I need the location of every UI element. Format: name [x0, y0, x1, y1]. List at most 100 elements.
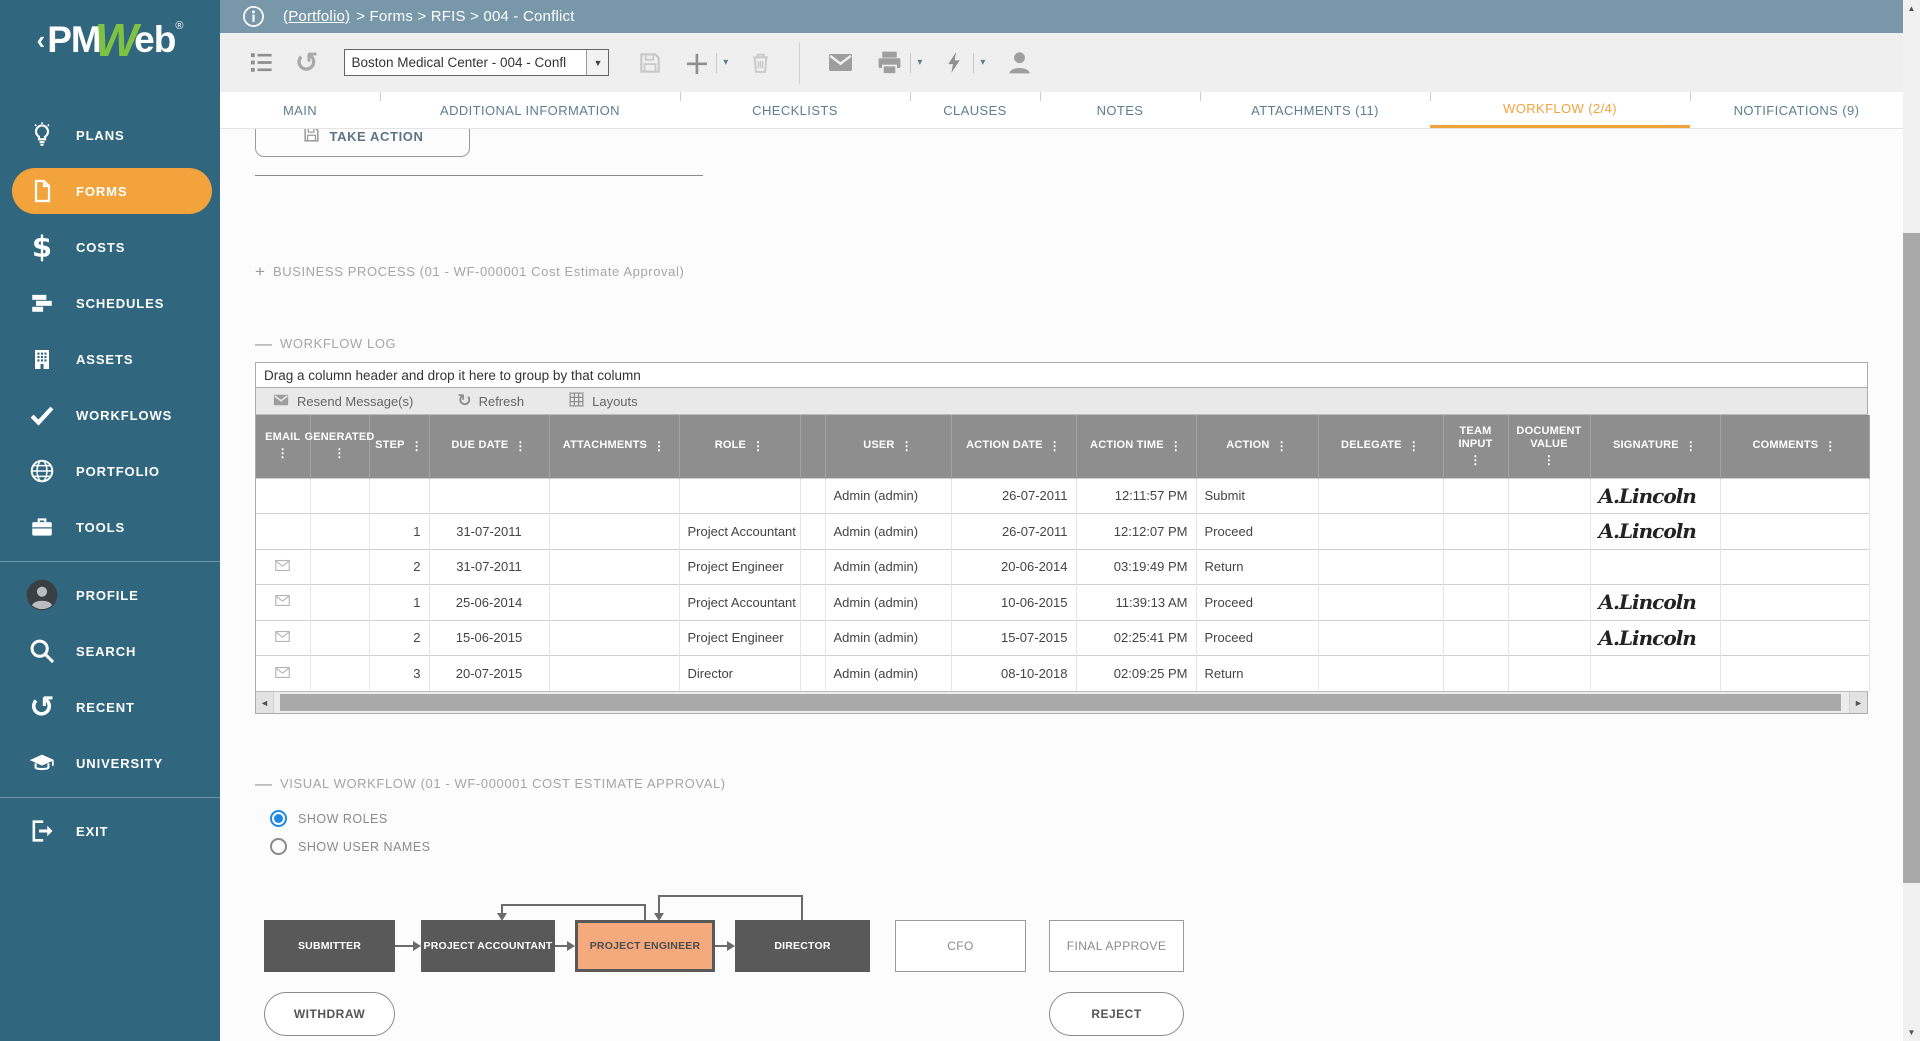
workflow-node-project-engineer[interactable]: PROJECT ENGINEER [575, 920, 715, 972]
column-header-comments[interactable]: COMMENTS⋮ [1720, 415, 1869, 478]
column-menu-icon[interactable]: ⋮ [1170, 439, 1182, 454]
resend-messages-button[interactable]: Resend Message(s) [272, 391, 413, 412]
scroll-down-icon[interactable]: ▼ [1903, 1024, 1920, 1041]
take-action-button[interactable]: TAKE ACTION [255, 129, 470, 157]
sidebar-item-workflows[interactable]: WORKFLOWS [12, 392, 212, 438]
column-header-delegate[interactable]: DELEGATE⋮ [1318, 415, 1443, 478]
column-menu-icon[interactable]: ⋮ [1276, 439, 1288, 454]
column-header-action[interactable]: ACTION⋮ [1196, 415, 1318, 478]
refresh-button[interactable]: ↻ Refresh [457, 393, 524, 410]
column-header-action_date[interactable]: ACTION DATE⋮ [951, 415, 1076, 478]
sidebar-item-exit[interactable]: EXIT [12, 808, 212, 854]
column-header-signature[interactable]: SIGNATURE⋮ [1590, 415, 1720, 478]
breadcrumb-portfolio-link[interactable]: (Portfolio) [283, 8, 350, 25]
scroll-right-icon[interactable]: ► [1849, 692, 1867, 713]
workflow-node-project-accountant[interactable]: PROJECT ACCOUNTANT [421, 920, 555, 972]
column-header-document_value[interactable]: DOCUMENT VALUE⋮ [1508, 415, 1590, 478]
column-header-user[interactable]: USER⋮ [825, 415, 951, 478]
column-menu-icon[interactable]: ⋮ [1408, 439, 1420, 454]
add-icon[interactable]: + [683, 47, 710, 79]
column-header-attachments[interactable]: ATTACHMENTS⋮ [549, 415, 679, 478]
tab-notifications-9[interactable]: NOTIFICATIONS (9) [1690, 92, 1903, 128]
column-menu-icon[interactable]: ⋮ [333, 446, 345, 461]
history-icon[interactable]: ↺ [295, 49, 318, 77]
column-menu-icon[interactable]: ⋮ [752, 439, 764, 454]
radio-show-roles[interactable]: SHOW ROLES [270, 810, 388, 827]
column-header-step[interactable]: STEP⋮ [369, 415, 429, 478]
radio-show-user-names[interactable]: SHOW USER NAMES [270, 838, 431, 855]
print-icon[interactable] [875, 48, 904, 77]
log-list-icon[interactable] [248, 49, 275, 76]
column-menu-icon[interactable]: ⋮ [901, 439, 913, 454]
workflow-node-submitter[interactable]: SUBMITTER [264, 920, 395, 972]
column-menu-icon[interactable]: ⋮ [514, 439, 526, 454]
logo-eb: eb [134, 19, 175, 61]
vertical-scroll-thumb[interactable] [1903, 233, 1920, 883]
table-horizontal-scrollbar[interactable]: ◄ ► [256, 691, 1867, 713]
search-icon [22, 637, 62, 665]
expand-icon[interactable]: + [255, 263, 265, 280]
withdraw-button[interactable]: WITHDRAW [264, 992, 395, 1036]
visual-workflow-section-header[interactable]: — VISUAL WORKFLOW (01 - WF-000001 COST E… [255, 775, 726, 792]
tab-clauses[interactable]: CLAUSES [910, 92, 1040, 128]
sidebar-item-recent[interactable]: ↺RECENT [12, 684, 212, 730]
sidebar-item-plans[interactable]: PLANS [12, 112, 212, 158]
column-menu-icon[interactable]: ⋮ [277, 446, 289, 461]
sidebar-item-schedules[interactable]: SCHEDULES [12, 280, 212, 326]
scroll-left-icon[interactable]: ◄ [256, 692, 274, 713]
workflow-log-section-header[interactable]: — WORKFLOW LOG [255, 335, 396, 352]
column-menu-icon[interactable]: ⋮ [1543, 453, 1555, 468]
column-header-generated[interactable]: GENERATED⋮ [310, 415, 369, 478]
collapse-icon[interactable]: — [255, 775, 272, 792]
layouts-button[interactable]: Layouts [568, 391, 638, 411]
tab-main[interactable]: MAIN [220, 92, 380, 128]
tab-workflow-2-4[interactable]: WORKFLOW (2/4) [1430, 92, 1690, 128]
column-header-due_date[interactable]: DUE DATE⋮ [429, 415, 549, 478]
actions-caret-icon[interactable]: ▾ [980, 57, 985, 68]
column-header-spacer[interactable] [800, 415, 825, 478]
column-menu-icon[interactable]: ⋮ [1824, 439, 1836, 454]
column-header-action_time[interactable]: ACTION TIME⋮ [1076, 415, 1196, 478]
tab-notes[interactable]: NOTES [1040, 92, 1200, 128]
sidebar-item-university[interactable]: UNIVERSITY [12, 740, 212, 786]
pmweb-logo[interactable]: ‹PMWeb® [0, 0, 220, 80]
column-menu-icon[interactable]: ⋮ [1469, 453, 1481, 468]
sidebar-item-label: RECENT [76, 700, 135, 715]
column-header-team_input[interactable]: TEAM INPUT⋮ [1443, 415, 1508, 478]
record-selector-caret-icon[interactable]: ▼ [586, 50, 608, 75]
tab-attachments-11[interactable]: ATTACHMENTS (11) [1200, 92, 1430, 128]
info-icon[interactable] [242, 5, 265, 28]
scroll-up-icon[interactable]: ▲ [1903, 0, 1920, 17]
user-icon[interactable] [1005, 48, 1034, 77]
sidebar-item-costs[interactable]: $COSTS [12, 224, 212, 270]
record-selector[interactable]: Boston Medical Center - 004 - Confl ▼ [344, 49, 609, 76]
reject-button[interactable]: REJECT [1049, 992, 1184, 1036]
business-process-section-header[interactable]: + BUSINESS PROCESS (01 - WF-000001 Cost … [255, 263, 684, 280]
tab-checklists[interactable]: CHECKLISTS [680, 92, 910, 128]
workflow-node-director[interactable]: DIRECTOR [735, 920, 870, 972]
horizontal-scroll-thumb[interactable] [280, 694, 1841, 711]
actions-bolt-icon[interactable] [942, 50, 967, 75]
column-header-email[interactable]: EMAIL⋮ [256, 415, 310, 478]
column-menu-icon[interactable]: ⋮ [1685, 439, 1697, 454]
sidebar-item-search[interactable]: SEARCH [12, 628, 212, 674]
sidebar-item-portfolio[interactable]: PORTFOLIO [12, 448, 212, 494]
add-caret-icon[interactable]: ▾ [723, 57, 728, 68]
collapse-icon[interactable]: — [255, 335, 272, 352]
column-menu-icon[interactable]: ⋮ [1049, 439, 1061, 454]
sidebar-item-tools[interactable]: TOOLS [12, 504, 212, 550]
cell-delegate [1318, 549, 1443, 585]
radio-circle-icon [270, 810, 287, 827]
cell-user: Admin (admin) [825, 620, 951, 656]
sidebar-item-assets[interactable]: ASSETS [12, 336, 212, 382]
tab-additional-information[interactable]: ADDITIONAL INFORMATION [380, 92, 680, 128]
group-by-bar[interactable]: Drag a column header and drop it here to… [256, 363, 1867, 388]
page-vertical-scrollbar[interactable]: ▲ ▼ [1903, 0, 1920, 1041]
print-caret-icon[interactable]: ▾ [917, 57, 922, 68]
sidebar-item-profile[interactable]: PROFILE [12, 572, 212, 618]
column-menu-icon[interactable]: ⋮ [411, 439, 423, 454]
email-icon[interactable] [826, 48, 855, 77]
sidebar-item-forms[interactable]: FORMS [12, 168, 212, 214]
column-header-role[interactable]: ROLE⋮ [679, 415, 800, 478]
column-menu-icon[interactable]: ⋮ [653, 439, 665, 454]
